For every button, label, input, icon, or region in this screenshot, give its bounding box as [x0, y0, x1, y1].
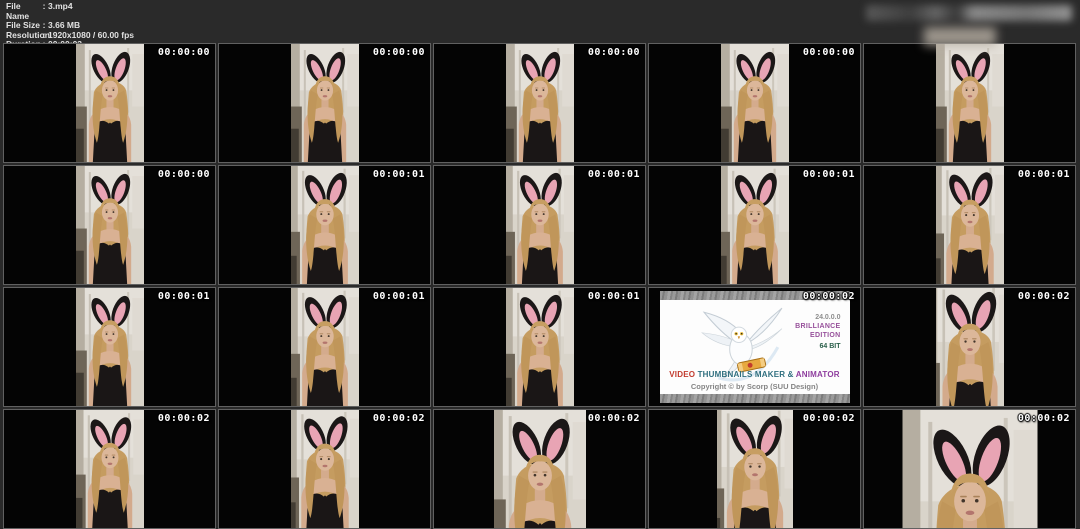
thumbnail-cell-r4c4: 00:00:02: [648, 409, 861, 529]
vtm-bits: 64 BIT: [779, 342, 841, 351]
thumbnail-cell-r4c3: 00:00:02: [433, 409, 646, 529]
vtm-title-part: VIDEO: [669, 370, 697, 379]
timestamp-overlay: 00:00:01: [588, 291, 640, 302]
timestamp-overlay: 00:00:00: [158, 169, 210, 180]
thumbnail-cell-r1c1: 00:00:00: [3, 43, 216, 163]
video-frame-thumbnail: [494, 410, 586, 528]
video-frame-thumbnail: [291, 288, 359, 406]
thumbnail-grid: 00:00:00 00:00:00: [3, 43, 1076, 529]
thumbnail-cell-r2c4: 00:00:01: [648, 165, 861, 285]
video-frame-thumbnail: [291, 410, 359, 528]
thumbnail-cell-r4c2: 00:00:02: [218, 409, 431, 529]
thumbnail-cell-r3c4: 24.0.0.0 BRILLIANCE EDITION 64 BIT VIDEO…: [648, 287, 861, 407]
timestamp-overlay: 00:00:02: [1018, 291, 1070, 302]
thumbnail-cell-r1c4: 00:00:00: [648, 43, 861, 163]
vtm-title: VIDEO THUMBNAILS MAKER & ANIMATOR: [660, 370, 850, 379]
separator: :: [40, 2, 48, 21]
timestamp-overlay: 00:00:01: [373, 169, 425, 180]
thumbnail-cell-r4c1: 00:00:02: [3, 409, 216, 529]
vtm-title-part: THUMBNAILS MAKER: [698, 370, 788, 379]
video-frame-thumbnail: [936, 44, 1004, 162]
timestamp-overlay: 00:00:00: [588, 47, 640, 58]
thumbnail-cell-r3c5: 00:00:02: [863, 287, 1076, 407]
timestamp-overlay: 00:00:02: [1018, 413, 1070, 424]
thumbnail-cell-r3c2: 00:00:01: [218, 287, 431, 407]
vtm-edition: BRILLIANCE EDITION: [779, 322, 841, 340]
timestamp-overlay: 00:00:02: [803, 413, 855, 424]
file-name-value: 3.mp4: [48, 2, 73, 21]
resolution-row: Resolution : 1920x1080 / 60.00 fps: [0, 31, 1080, 41]
video-frame-thumbnail: [721, 166, 789, 284]
timestamp-overlay: 00:00:01: [158, 291, 210, 302]
timestamp-overlay: 00:00:00: [803, 47, 855, 58]
file-info-header: File Name : 3.mp4 File Size : 3.66 MB Re…: [0, 0, 1080, 41]
video-frame-thumbnail: [506, 166, 574, 284]
video-frame-thumbnail: [76, 410, 144, 528]
watermark-band-bottom: [660, 394, 850, 403]
timestamp-overlay: 00:00:02: [373, 413, 425, 424]
video-frame-thumbnail: [291, 44, 359, 162]
thumbnail-cell-r1c3: 00:00:00: [433, 43, 646, 163]
thumbnail-cell-r2c3: 00:00:01: [433, 165, 646, 285]
timestamp-overlay: 00:00:01: [588, 169, 640, 180]
thumbnail-cell-r3c3: 00:00:01: [433, 287, 646, 407]
timestamp-overlay: 00:00:01: [373, 291, 425, 302]
timestamp-overlay: 00:00:00: [158, 47, 210, 58]
thumbnail-cell-r4c5: 00:00:02: [863, 409, 1076, 529]
vtm-splash-frame: 24.0.0.0 BRILLIANCE EDITION 64 BIT VIDEO…: [660, 291, 850, 403]
video-frame-thumbnail: [717, 410, 793, 528]
timestamp-overlay: 00:00:02: [588, 413, 640, 424]
video-frame-thumbnail: [936, 166, 1004, 284]
timestamp-overlay: 00:00:02: [803, 291, 855, 302]
video-frame-thumbnail: [506, 44, 574, 162]
video-frame-thumbnail: [291, 166, 359, 284]
file-name-label: File Name: [6, 2, 40, 21]
thumbnail-cell-r3c1: 00:00:01: [3, 287, 216, 407]
vtm-version-block: 24.0.0.0 BRILLIANCE EDITION 64 BIT: [779, 313, 841, 351]
thumbnail-cell-r2c1: 00:00:00: [3, 165, 216, 285]
video-frame-thumbnail: [76, 166, 144, 284]
vtm-version: 24.0.0.0: [779, 313, 841, 322]
timestamp-overlay: 00:00:02: [158, 413, 210, 424]
video-frame-thumbnail: [76, 44, 144, 162]
video-frame-thumbnail: [721, 44, 789, 162]
vtm-title-part: ANIMATOR: [796, 370, 840, 379]
video-frame-thumbnail: [936, 288, 1004, 406]
video-frame-thumbnail: [902, 410, 1037, 528]
timestamp-overlay: 00:00:01: [1018, 169, 1070, 180]
timestamp-overlay: 00:00:01: [803, 169, 855, 180]
video-frame-thumbnail: [76, 288, 144, 406]
thumbnail-cell-r1c2: 00:00:00: [218, 43, 431, 163]
thumbnail-cell-r2c2: 00:00:01: [218, 165, 431, 285]
timestamp-overlay: 00:00:00: [373, 47, 425, 58]
file-size-row: File Size : 3.66 MB: [0, 21, 1080, 31]
file-name-row: File Name : 3.mp4: [0, 0, 1080, 21]
video-frame-thumbnail: [506, 288, 574, 406]
thumbnail-cell-r1c5: [863, 43, 1076, 163]
thumbnail-cell-r2c5: 00:00:01: [863, 165, 1076, 285]
vtm-copyright: Copyright © by Scorp (SUU Design): [660, 382, 850, 391]
